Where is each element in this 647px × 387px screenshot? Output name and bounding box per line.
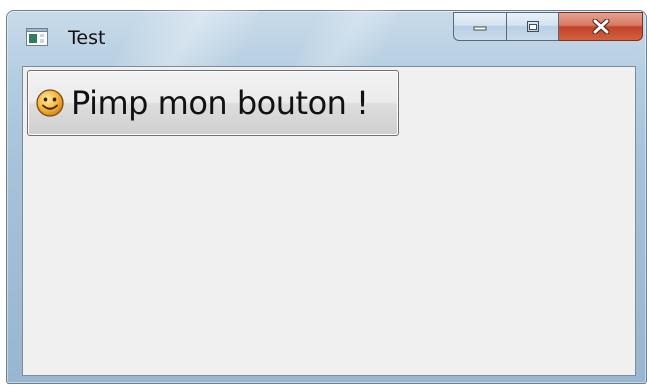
- minimize-icon: [473, 26, 487, 30]
- pimp-button[interactable]: Pimp mon bouton !: [27, 70, 399, 136]
- minimize-button[interactable]: [453, 12, 507, 41]
- pimp-button-label: Pimp mon bouton !: [71, 84, 369, 122]
- window-title: Test: [68, 27, 106, 49]
- window-app-icon[interactable]: [26, 28, 48, 46]
- client-area: Pimp mon bouton !: [22, 66, 636, 376]
- app-window: Test Pimp mon bouton !: [6, 10, 647, 384]
- smiley-icon: [36, 89, 64, 117]
- maximize-button[interactable]: [507, 12, 559, 41]
- maximize-icon: [526, 21, 539, 32]
- glass-reflection: [112, 10, 260, 70]
- glass-reflection: [292, 10, 400, 70]
- close-icon: [592, 19, 609, 34]
- caption-buttons: [453, 12, 643, 42]
- close-button[interactable]: [559, 12, 643, 41]
